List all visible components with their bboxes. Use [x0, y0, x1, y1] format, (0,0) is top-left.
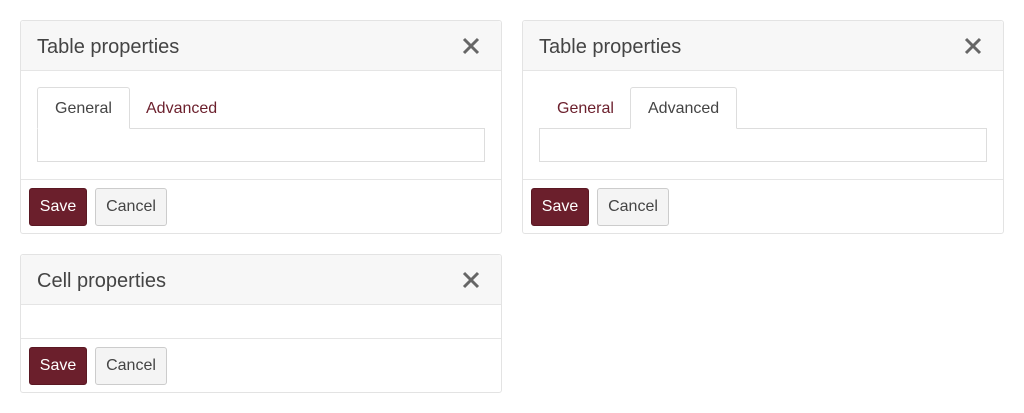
close-button[interactable] — [461, 36, 481, 56]
cell-properties-dialog: Cell properties Save Cancel — [20, 254, 502, 393]
dialog-header: Table properties — [21, 21, 501, 71]
dialog-header: Cell properties — [21, 255, 501, 305]
dialog-body — [21, 305, 501, 338]
table-properties-dialog: Table properties General Advanced Save C… — [20, 20, 502, 234]
tab-panel — [539, 128, 987, 162]
dialog-title: Table properties — [539, 36, 682, 58]
dialog-title: Table properties — [37, 36, 180, 58]
dialog-body: General Advanced — [21, 71, 501, 179]
dialog-title: Cell properties — [37, 270, 166, 292]
cancel-button[interactable]: Cancel — [95, 347, 167, 385]
tab-panel — [37, 128, 485, 162]
close-button[interactable] — [963, 36, 983, 56]
tab-general[interactable]: General — [539, 87, 632, 129]
tab-general[interactable]: General — [37, 87, 130, 129]
tab-advanced[interactable]: Advanced — [128, 87, 235, 129]
dialog-footer: Save Cancel — [21, 179, 501, 234]
tab-advanced[interactable]: Advanced — [630, 87, 738, 129]
cancel-button[interactable]: Cancel — [95, 188, 167, 226]
save-button[interactable]: Save — [29, 347, 87, 385]
save-button[interactable]: Save — [531, 188, 589, 226]
cancel-button[interactable]: Cancel — [597, 188, 669, 226]
close-icon — [462, 271, 480, 289]
table-properties-dialog: Table properties General Advanced Save C… — [522, 20, 1004, 234]
dialog-footer: Save Cancel — [21, 338, 501, 393]
close-icon — [462, 37, 480, 55]
dialog-header: Table properties — [523, 21, 1003, 71]
close-icon — [964, 37, 982, 55]
close-button[interactable] — [461, 270, 481, 290]
save-button[interactable]: Save — [29, 188, 87, 226]
dialog-body: General Advanced — [523, 71, 1003, 179]
dialog-footer: Save Cancel — [523, 179, 1003, 234]
